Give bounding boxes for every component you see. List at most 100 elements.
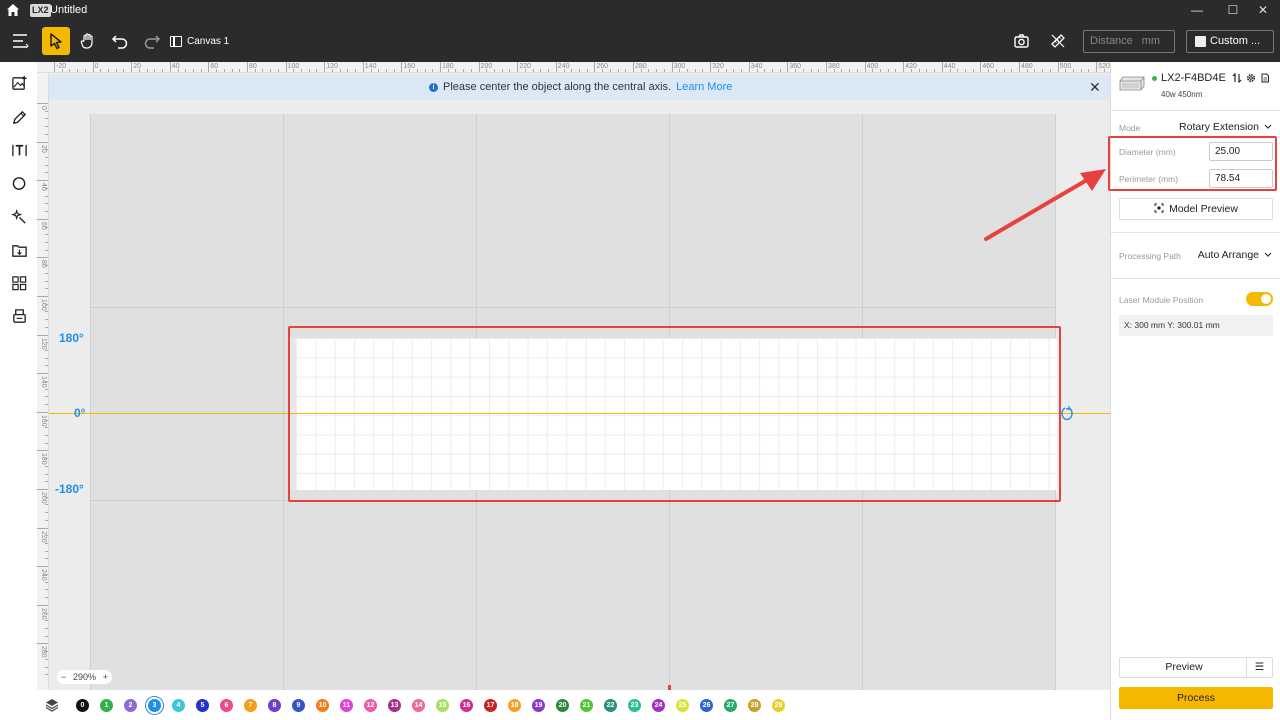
device-name[interactable]: LX2-F4BD4E [1161,72,1226,84]
ruler-tick [1003,69,1005,72]
layer-color-chip[interactable]: 8 [268,699,281,712]
ruler-tick [640,69,642,72]
import-button[interactable] [9,240,29,260]
custom-material-button[interactable]: Custom ... [1186,30,1274,53]
layer-color-chip[interactable]: 14 [412,699,425,712]
layer-color-chip[interactable]: 5 [196,699,209,712]
layer-color-chip[interactable]: 3 [148,699,161,712]
elements-button[interactable] [9,273,29,293]
layer-color-chip[interactable]: 2 [124,699,137,712]
layer-color-chip[interactable]: 15 [436,699,449,712]
laser-position-toggle[interactable] [1246,292,1273,306]
layer-color-chip[interactable]: 17 [484,699,497,712]
ruler-tick [208,62,210,72]
select-tool-button[interactable] [42,27,70,55]
ruler-tick [45,419,48,421]
layer-color-chip[interactable]: 16 [460,699,473,712]
canvas-tab[interactable]: Canvas 1 [170,33,229,50]
ruler-left-label: 180 [40,453,47,466]
layer-color-chip[interactable]: 18 [508,699,521,712]
ruler-tick [1026,69,1028,72]
layer-color-chip[interactable]: 10 [316,699,329,712]
settings-gear-icon[interactable] [1246,73,1256,83]
ruler-tick [37,527,48,529]
work-canvas[interactable]: 180° 0° -180° [49,73,1110,690]
preview-menu-icon[interactable]: ☰ [1246,658,1272,677]
layer-color-chip[interactable]: 13 [388,699,401,712]
close-window-button[interactable]: ✕ [1246,0,1280,21]
minimize-button[interactable]: — [1180,0,1214,21]
ruler-tick [37,489,48,490]
ruler-tick [401,62,403,72]
ruler-pencil-icon [1051,34,1065,48]
ruler-tick [378,69,380,72]
home-icon[interactable] [6,3,20,17]
measure-button[interactable] [1044,27,1072,55]
layer-color-chip[interactable]: 9 [292,699,305,712]
ruler-tick [45,612,48,614]
learn-more-link[interactable]: Learn More [676,81,732,93]
layer-color-chip[interactable]: 12 [364,699,377,712]
maximize-button[interactable]: ☐ [1216,0,1250,21]
add-image-button[interactable] [9,73,29,93]
layer-color-chip[interactable]: 24 [652,699,665,712]
layer-color-chip[interactable]: 20 [556,699,569,712]
camera-button[interactable] [1008,27,1036,55]
processing-path-select[interactable]: Auto Arrange [1198,249,1272,261]
preview-button[interactable]: Preview ☰ [1119,657,1273,678]
ruler-left-label: 240 [40,569,47,581]
ruler-tick [223,69,225,72]
print-button[interactable] [9,306,29,326]
layer-color-chip[interactable]: 6 [220,699,233,712]
zoom-in-button[interactable]: + [103,672,108,682]
zoom-out-button[interactable]: − [61,672,66,682]
ruler-tick [37,411,48,413]
layer-color-chip[interactable]: 22 [604,699,617,712]
ruler-tick [45,504,48,506]
switch-device-icon[interactable] [1232,73,1242,83]
mode-select[interactable]: Rotary Extension [1179,121,1272,133]
divider [1111,278,1280,279]
menu-button[interactable] [6,27,34,55]
banner-close-icon[interactable]: ✕ [1089,79,1101,96]
layer-color-chip[interactable]: 4 [172,699,185,712]
ruler-tick [609,69,611,72]
layer-color-chip[interactable]: 19 [532,699,545,712]
ruler-tick [802,69,804,72]
redo-icon [144,35,161,49]
model-preview-button[interactable]: Model Preview [1119,198,1273,220]
layer-color-chip[interactable]: 0 [76,699,89,712]
ruler-tick [37,180,48,182]
layer-color-chip[interactable]: 28 [748,699,761,712]
ruler-tick [756,69,758,72]
angle-label-top: 180° [59,331,84,345]
shape-tool-button[interactable] [9,173,29,193]
divider [1111,110,1280,111]
ruler-tick [45,388,48,390]
layer-color-chip[interactable]: 1 [100,699,113,712]
undo-button[interactable] [106,27,134,55]
ruler-tick [432,69,434,72]
layer-color-chip[interactable]: 26 [700,699,713,712]
layer-color-chip[interactable]: 11 [340,699,353,712]
ruler-tick [517,62,519,72]
ruler-tick [45,658,48,660]
ruler-tick [45,666,48,668]
layer-color-chip[interactable]: 25 [676,699,689,712]
ruler-tick [563,69,565,72]
pan-tool-button[interactable] [74,27,102,55]
layer-color-chip[interactable]: 7 [244,699,257,712]
layer-color-chip[interactable]: 23 [628,699,641,712]
process-button[interactable]: Process [1119,687,1273,709]
pen-tool-button[interactable] [9,107,29,127]
layer-color-chip[interactable]: 21 [580,699,593,712]
ruler-tick [324,62,326,72]
document-icon[interactable] [1260,73,1270,83]
layers-icon[interactable] [45,698,59,712]
layer-color-chip[interactable]: 29 [772,699,785,712]
magic-tool-button[interactable] [9,206,29,226]
distance-input[interactable]: Distance mm [1083,30,1175,53]
layer-color-chip[interactable]: 27 [724,699,737,712]
redo-button[interactable] [138,27,166,55]
text-tool-button[interactable] [9,140,29,160]
